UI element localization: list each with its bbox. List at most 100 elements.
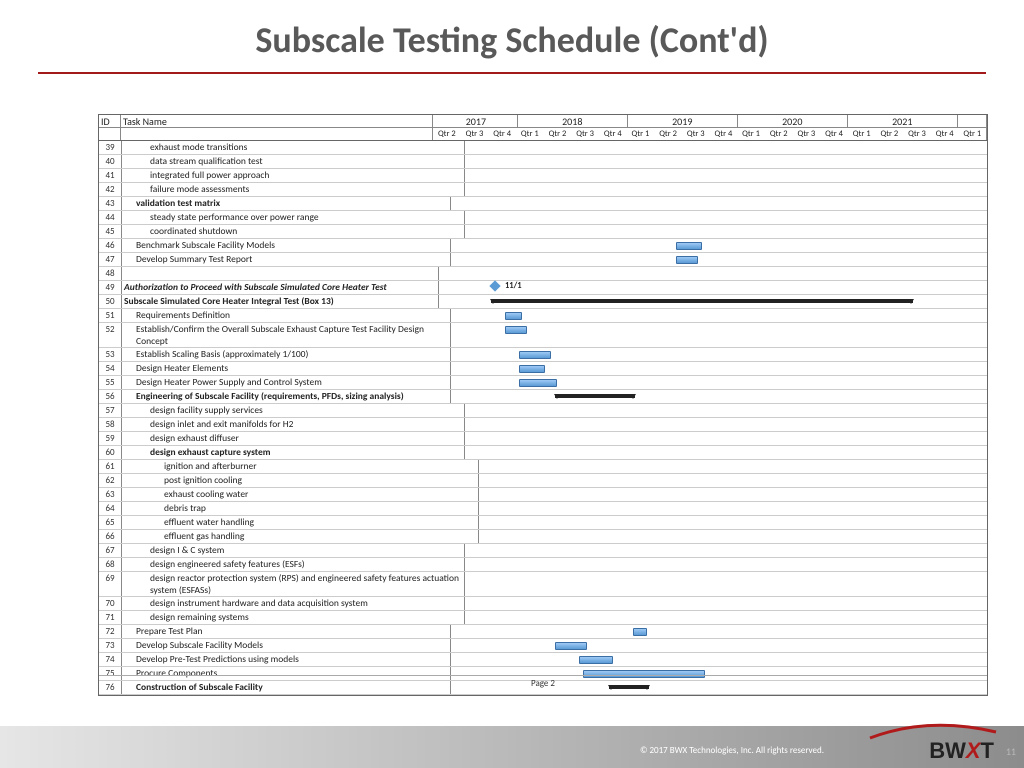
task-id: 67 <box>99 544 122 557</box>
year-2019: 2019 <box>628 115 738 128</box>
gantt-bar <box>505 326 527 334</box>
task-id: 46 <box>99 239 122 252</box>
task-row: 66effluent gas handling <box>99 530 987 544</box>
col-taskname: Task Name <box>121 115 433 127</box>
gantt-bar <box>519 365 545 373</box>
task-row: 60design exhaust capture system <box>99 446 987 460</box>
qtr-cell: Qtr 3 <box>682 128 710 140</box>
task-row: 64debris trap <box>99 502 987 516</box>
task-row: 57design facility supply services <box>99 404 987 418</box>
gantt-zone <box>451 253 987 266</box>
gantt-zone <box>465 544 987 557</box>
task-row: 56Engineering of Subscale Facility (requ… <box>99 390 987 404</box>
task-name: Design Heater Elements <box>122 362 451 375</box>
gantt-zone <box>465 155 987 168</box>
task-name: debris trap <box>122 502 479 515</box>
task-id: 50 <box>99 295 122 308</box>
year-2021: 2021 <box>848 115 958 128</box>
gantt-zone <box>451 362 987 375</box>
gantt-zone <box>465 432 987 445</box>
task-row: 44steady state performance over power ra… <box>99 211 987 225</box>
task-row: 73Develop Subscale Facility Models <box>99 639 987 653</box>
task-id: 47 <box>99 253 122 266</box>
task-row: 50Subscale Simulated Core Heater Integra… <box>99 295 987 309</box>
task-id: 65 <box>99 516 122 529</box>
task-row: 53Establish Scaling Basis (approximately… <box>99 348 987 362</box>
task-row: 52Establish/Confirm the Overall Subscale… <box>99 323 987 348</box>
task-name: integrated full power approach <box>122 169 465 182</box>
page-footer: Page 2 <box>99 675 987 691</box>
gantt-bar <box>676 242 702 250</box>
task-name: design engineered safety features (ESFs) <box>122 558 465 571</box>
copyright: © 2017 BWX Technologies, Inc. All rights… <box>640 745 824 756</box>
gantt-zone <box>465 611 987 624</box>
milestone-diamond <box>489 280 500 291</box>
gantt-bar <box>579 656 613 664</box>
task-name: effluent gas handling <box>122 530 479 543</box>
task-name: Design Heater Power Supply and Control S… <box>122 376 451 389</box>
qtr-cell: Qtr 4 <box>599 128 627 140</box>
qtr-cell: Qtr 2 <box>433 128 461 140</box>
header-row-2: Qtr 2Qtr 3Qtr 4Qtr 1Qtr 2Qtr 3Qtr 4Qtr 1… <box>99 128 987 141</box>
task-id: 74 <box>99 653 122 666</box>
task-row: 54Design Heater Elements <box>99 362 987 376</box>
task-rows: 39exhaust mode transitions40data stream … <box>99 141 987 695</box>
task-name: design remaining systems <box>122 611 465 624</box>
task-row: 42failure mode assessments <box>99 183 987 197</box>
milestone-label: 11/1 <box>505 281 522 291</box>
task-name <box>122 267 439 280</box>
col-id: ID <box>99 115 121 127</box>
gantt-zone <box>479 502 987 515</box>
gantt-zone <box>451 625 987 638</box>
task-row: 51Requirements Definition <box>99 309 987 323</box>
task-id: 42 <box>99 183 122 196</box>
logo-x: X <box>966 738 981 763</box>
task-id: 49 <box>99 281 122 294</box>
task-name: design exhaust diffuser <box>122 432 465 445</box>
task-id: 71 <box>99 611 122 624</box>
qtr-cell: Qtr 4 <box>820 128 848 140</box>
year-2018: 2018 <box>518 115 628 128</box>
task-row: 65effluent water handling <box>99 516 987 530</box>
bwxt-logo: BWXT <box>929 738 994 764</box>
task-id: 59 <box>99 432 122 445</box>
qtr-cell: Qtr 1 <box>848 128 876 140</box>
task-name: validation test matrix <box>122 197 451 210</box>
task-id: 51 <box>99 309 122 322</box>
gantt-zone <box>465 169 987 182</box>
task-id: 58 <box>99 418 122 431</box>
task-row: 47Develop Summary Test Report <box>99 253 987 267</box>
task-name: ignition and afterburner <box>122 460 479 473</box>
task-row: 72Prepare Test Plan <box>99 625 987 639</box>
task-name: Prepare Test Plan <box>122 625 451 638</box>
task-row: 40data stream qualification test <box>99 155 987 169</box>
gantt-bar <box>555 642 587 650</box>
task-id: 48 <box>99 267 122 280</box>
gantt-bar <box>519 379 557 387</box>
task-id: 40 <box>99 155 122 168</box>
task-id: 60 <box>99 446 122 459</box>
task-row: 67design I & C system <box>99 544 987 558</box>
task-name: Authorization to Proceed with Subscale S… <box>122 281 439 294</box>
task-id: 64 <box>99 502 122 515</box>
qtr-cell: Qtr 1 <box>737 128 765 140</box>
summary-bar <box>491 299 913 303</box>
task-id: 56 <box>99 390 122 403</box>
qtr-cell: Qtr 4 <box>488 128 516 140</box>
page-number: 11 <box>1006 745 1016 758</box>
task-id: 52 <box>99 323 122 347</box>
task-id: 63 <box>99 488 122 501</box>
gantt-zone <box>451 309 987 322</box>
task-row: 49Authorization to Proceed with Subscale… <box>99 281 987 295</box>
task-id: 57 <box>99 404 122 417</box>
task-row: 45coordinated shutdown <box>99 225 987 239</box>
task-name: failure mode assessments <box>122 183 465 196</box>
gantt-zone <box>479 516 987 529</box>
task-row: 59design exhaust diffuser <box>99 432 987 446</box>
gantt-zone <box>465 404 987 417</box>
task-name: Develop Pre-Test Predictions using model… <box>122 653 451 666</box>
gantt-chart: ID Task Name 20172018201920202021 Qtr 2Q… <box>98 114 988 696</box>
task-row: 69design reactor protection system (RPS)… <box>99 572 987 597</box>
year-2017: 2017 <box>435 115 518 128</box>
task-row: 71design remaining systems <box>99 611 987 625</box>
